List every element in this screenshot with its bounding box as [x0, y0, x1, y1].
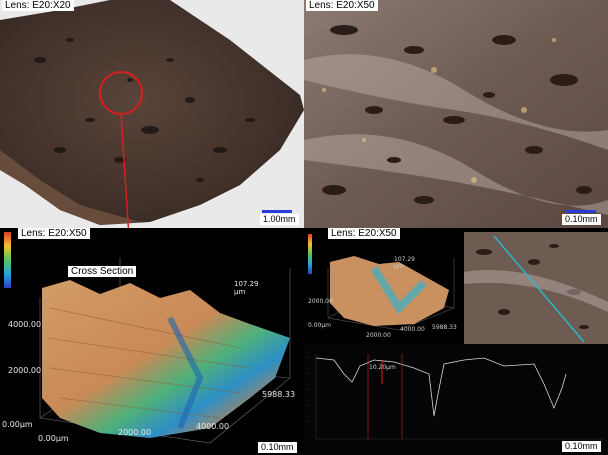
y-tick: 0.00µm: [308, 322, 332, 329]
x-tick: 2000.00: [118, 428, 152, 437]
y-tick: 0.00µm: [2, 420, 33, 429]
overview-panel: Lens: E20:X20 1.00mm: [0, 0, 304, 228]
x-tick: 4000.00: [400, 326, 425, 333]
lens-label: Lens: E20:X50: [328, 228, 400, 239]
surface-mesh: [42, 280, 290, 438]
svg-text:—: —: [305, 371, 308, 375]
scale-bar-label: 0.10mm: [562, 441, 601, 452]
profile-curve: [315, 357, 567, 417]
x-tick: 5988.33: [432, 324, 457, 331]
svg-text:—: —: [305, 419, 308, 423]
x-tick: 2000.00: [366, 332, 391, 339]
scale-bar-line: [566, 210, 596, 213]
scale-bar-line: [262, 210, 292, 213]
scale-bar-label: 0.10mm: [258, 442, 297, 453]
z-axis-label: 107.29 µm: [394, 256, 415, 270]
scale-bar-label: 1.00mm: [260, 214, 299, 225]
sample-overview-image: [0, 0, 304, 228]
svg-text:—: —: [305, 403, 308, 407]
scale-bar-label: 0.10mm: [562, 214, 601, 225]
magnified-surface-image: [304, 0, 608, 228]
profile-chart: — — — — —: [305, 354, 604, 440]
x-tick: 5988.33: [262, 390, 296, 399]
lens-label: Lens: E20:X50: [18, 228, 90, 239]
measure-value: 10.20µm: [369, 364, 396, 371]
lens-label: Lens: E20:X20: [2, 0, 74, 11]
profile-chart-panel: — — — — — 10.20µm 0.10mm: [304, 344, 608, 455]
svg-text:—: —: [305, 355, 308, 359]
magnified-panel: Lens: E20:X50 0.10mm: [304, 0, 608, 228]
3d-thumbnail-panel: Lens: E20:X50 107.29 µm 2000.00 0.00µm 2…: [304, 228, 462, 344]
z-axis-label: 107.29 µm: [234, 280, 259, 296]
profile-line-image: [464, 232, 608, 344]
x-tick: 4000.00: [196, 422, 230, 431]
3d-surface-plot: [4, 232, 291, 444]
3d-surface-panel: Lens: E20:X50 Cross Section 107.29 µm 40…: [0, 228, 304, 455]
y-tick: 4000.00: [8, 320, 42, 329]
cross-section-callout: Cross Section: [68, 266, 137, 277]
y-tick: 2000.00: [8, 366, 42, 375]
profile-image-panel: [464, 232, 608, 344]
lens-label: Lens: E20:X50: [306, 0, 378, 11]
x-tick: 0.00µm: [38, 434, 69, 443]
svg-text:—: —: [305, 387, 308, 391]
colorbar: [4, 232, 11, 288]
y-tick: 2000.00: [308, 298, 333, 305]
